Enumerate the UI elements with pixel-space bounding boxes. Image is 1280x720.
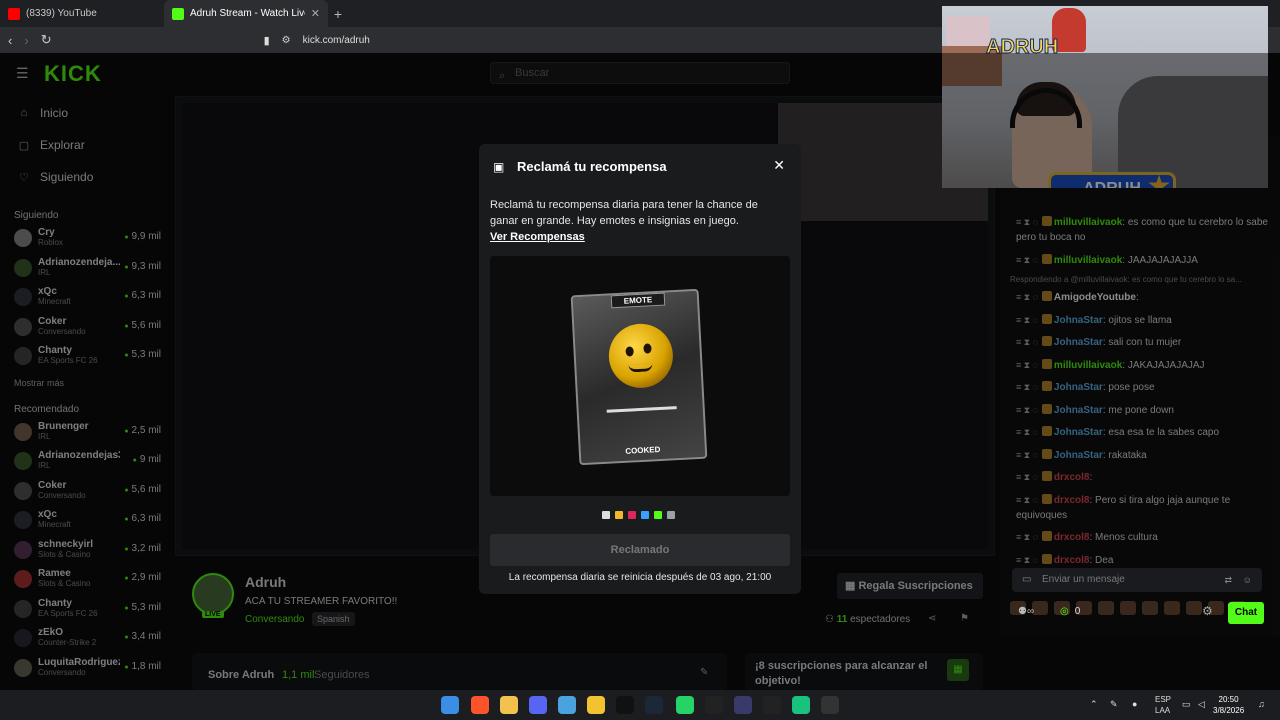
modal-description: Reclamá tu recompensa diaria para tener … xyxy=(490,199,758,227)
back-icon[interactable]: ‹ xyxy=(8,33,12,48)
keyboard-lang-2: LAA xyxy=(1155,706,1171,715)
reload-icon[interactable]: ↻ xyxy=(41,32,52,48)
discord-icon[interactable] xyxy=(529,696,547,714)
tab-title: (8339) YouTube xyxy=(26,8,97,19)
claimed-button[interactable]: Reclamado xyxy=(490,534,790,566)
forward-icon[interactable]: › xyxy=(24,33,28,48)
gift-icon: ▣ xyxy=(493,160,505,174)
monitor-icon[interactable]: ▭ xyxy=(1182,699,1191,710)
brave-icon[interactable] xyxy=(471,696,489,714)
url-field[interactable]: kick.com/adruh xyxy=(303,35,370,46)
kick-icon xyxy=(172,7,184,20)
windows-taskbar: ⌃ ✎ ● ESP LAA ▭ ◁ 20:50 3/8/2026 ♫ xyxy=(0,690,1280,720)
notification-icon[interactable]: ♫ xyxy=(1258,699,1265,709)
send-chat-button[interactable]: Chat xyxy=(1228,602,1264,624)
background-shelf xyxy=(946,16,990,50)
rarity-dot xyxy=(667,511,675,519)
site-info-icon[interactable]: ⚙ xyxy=(282,35,291,46)
chat-placeholder: Enviar un mensaje xyxy=(1042,574,1125,585)
photos-icon[interactable] xyxy=(558,696,576,714)
clock-date: 3/8/2026 xyxy=(1213,706,1245,715)
emoji-icon[interactable]: ☺ xyxy=(1243,568,1252,592)
app4-icon[interactable] xyxy=(792,696,810,714)
app-icon[interactable] xyxy=(587,696,605,714)
rarity-dot xyxy=(641,511,649,519)
rarity-indicators xyxy=(602,511,675,519)
rarity-dot xyxy=(628,511,636,519)
rarity-dot xyxy=(654,511,662,519)
card-type-tag: EMOTE xyxy=(610,292,666,309)
rarity-dot xyxy=(602,511,610,519)
volume-icon[interactable]: ◁ xyxy=(1198,699,1205,710)
card-name: COOKED xyxy=(625,444,661,456)
reward-modal: ▣ Reclamá tu recompensa ✕ Reclamá tu rec… xyxy=(479,144,801,594)
capcut-icon[interactable] xyxy=(705,696,723,714)
keyboard-lang[interactable]: ESP xyxy=(1155,695,1171,704)
app3-icon[interactable] xyxy=(763,696,781,714)
bookmark-icon[interactable]: ▮ xyxy=(264,34,270,47)
chat-bubble-icon: ▭ xyxy=(1022,574,1032,585)
windows-start-icon[interactable] xyxy=(441,696,459,714)
app2-icon[interactable] xyxy=(734,696,752,714)
youtube-icon xyxy=(8,7,20,20)
clock[interactable]: 20:50 3/8/2026 xyxy=(1213,694,1244,716)
tray-pen-icon[interactable]: ✎ xyxy=(1110,699,1118,710)
steam-icon[interactable] xyxy=(645,696,663,714)
new-tab-button[interactable]: + xyxy=(328,6,348,22)
folder-icon[interactable] xyxy=(500,696,518,714)
tab-title: Adruh Stream - Watch Live on Ki xyxy=(190,8,305,19)
obs-icon[interactable] xyxy=(821,696,839,714)
tab-youtube[interactable]: (8339) YouTube xyxy=(0,0,164,27)
reset-notice: La recompensa diaria se reinicia después… xyxy=(508,572,772,583)
tab-kick[interactable]: Adruh Stream - Watch Live on Ki ✕ xyxy=(164,0,328,27)
points-balance: 0 xyxy=(1060,606,1081,617)
translate-icon[interactable]: ⇄ xyxy=(1224,568,1232,592)
tiktok-icon[interactable] xyxy=(616,696,634,714)
channel-points-icon[interactable]: ⚉∞ xyxy=(1018,606,1034,617)
reward-card: EMOTE COOKED xyxy=(570,288,708,466)
view-rewards-link[interactable]: Ver Recompensas xyxy=(490,231,585,243)
close-icon[interactable]: ✕ xyxy=(773,157,785,174)
rarity-dot xyxy=(615,511,623,519)
tray-app-icon[interactable]: ● xyxy=(1132,699,1137,709)
chat-input[interactable]: ▭ Enviar un mensaje ⇄ ☺ xyxy=(1012,568,1262,592)
close-tab-icon[interactable]: ✕ xyxy=(311,7,320,20)
reward-stage: EMOTE COOKED xyxy=(490,256,790,496)
tray-chevron-icon[interactable]: ⌃ xyxy=(1090,699,1098,710)
gear-icon[interactable]: ⚙ xyxy=(1202,604,1213,618)
card-chevron xyxy=(606,406,678,426)
chat-footer: ⚉∞ 0 ⚙ Chat xyxy=(1012,602,1266,624)
whatsapp-icon[interactable] xyxy=(676,696,694,714)
emote-image xyxy=(607,322,675,390)
clock-time: 20:50 xyxy=(1218,695,1239,704)
modal-title: Reclamá tu recompensa xyxy=(517,159,667,174)
